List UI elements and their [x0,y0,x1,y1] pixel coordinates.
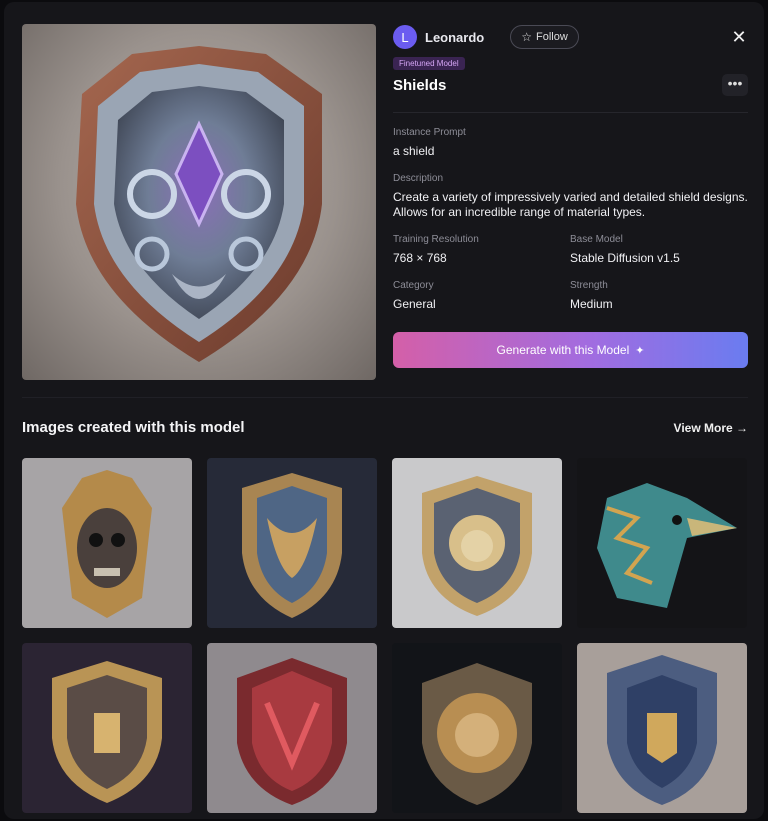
gallery-image-gold-ornate-shield[interactable] [22,643,192,813]
avatar[interactable]: L [393,25,417,49]
gallery-title: Images created with this model [22,419,245,436]
gallery-image-gold-lion-shield[interactable] [392,643,562,813]
model-hero-image [22,24,376,380]
strength-value: Medium [570,297,613,311]
model-title: Shields [393,77,447,94]
base-model-label: Base Model [570,234,623,245]
model-detail-modal: L Leonardo ☆ Follow ✕ Finetuned Model Sh… [4,2,764,819]
category-value: General [393,297,436,311]
follow-label: Follow [536,31,568,43]
instance-prompt-value: a shield [393,144,435,158]
owner-row: L Leonardo ☆ Follow [393,24,748,50]
more-options-button[interactable]: ••• [722,74,748,96]
gallery-image-skull-helmet[interactable] [22,458,192,628]
gallery-image-teal-bird-head[interactable] [577,458,747,628]
gallery-header: Images created with this model View More… [22,419,748,439]
close-icon[interactable]: ✕ [730,28,748,46]
divider [393,112,748,113]
model-info-panel: L Leonardo ☆ Follow ✕ Finetuned Model Sh… [393,24,748,368]
follow-button[interactable]: ☆ Follow [510,25,579,49]
description-value: Create a variety of impressively varied … [393,190,748,219]
star-icon: ☆ [521,30,532,44]
category-strength-row: Category General Strength Medium [393,266,748,312]
generate-label: Generate with this Model [496,343,630,357]
gallery-image-red-dragon-shield[interactable] [207,643,377,813]
category-label: Category [393,280,434,291]
gallery-grid [22,458,748,813]
gallery-image-lion-crest-shield[interactable] [392,458,562,628]
gallery-image-blue-crest-shield[interactable] [577,643,747,813]
model-type-badge: Finetuned Model [393,57,465,70]
gallery-image-dragon-shield-blue[interactable] [207,458,377,628]
resolution-base-row: Training Resolution 768 × 768 Base Model… [393,220,748,266]
owner-name[interactable]: Leonardo [425,30,484,45]
training-resolution-value: 768 × 768 [393,251,447,265]
training-resolution-label: Training Resolution [393,234,479,245]
view-more-link[interactable]: View More → [674,421,748,435]
base-model-value: Stable Diffusion v1.5 [570,251,680,265]
description-label: Description [393,173,444,184]
instance-prompt-label: Instance Prompt [393,127,466,138]
strength-label: Strength [570,280,608,291]
sparkle-icon: ✦ [635,344,645,357]
generate-with-model-button[interactable]: Generate with this Model ✦ [393,332,748,368]
section-divider [22,397,748,398]
